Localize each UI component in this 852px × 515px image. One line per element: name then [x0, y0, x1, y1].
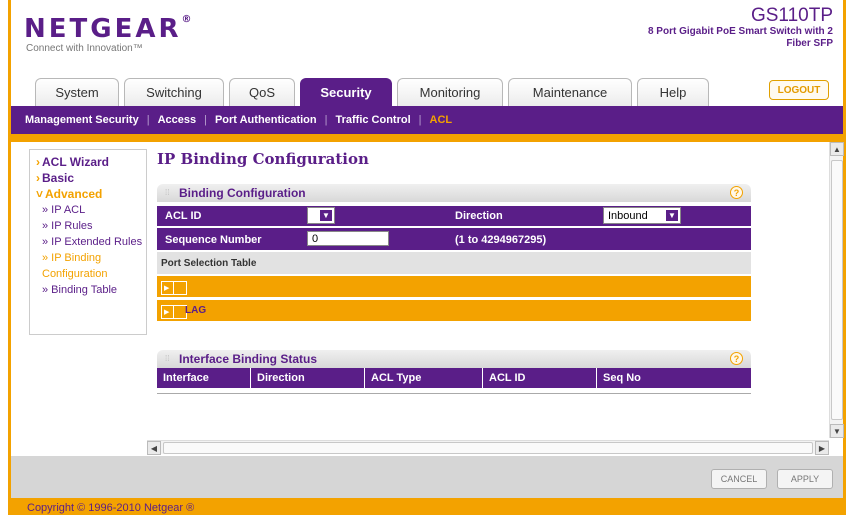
nav-basic[interactable]: › Basic	[36, 170, 146, 186]
column-header: Seq No	[603, 372, 641, 384]
acl-direction-row: ACL ID ▼ Direction Inbound ▼	[157, 206, 751, 226]
column-header: Direction	[251, 368, 365, 388]
dropdown-arrow-icon: ▼	[665, 209, 679, 222]
scroll-right-icon[interactable]: ▶	[815, 441, 829, 455]
port-selection-row[interactable]: ▶	[157, 276, 751, 298]
sequence-number-label: Sequence Number	[165, 234, 262, 246]
vertical-scrollbar[interactable]: ▲ ▼	[829, 142, 844, 438]
scroll-down-icon[interactable]: ▼	[830, 424, 844, 438]
tab-switching[interactable]: Switching	[124, 78, 224, 106]
grip-icon: ⁞⁞	[165, 188, 170, 197]
acl-id-select[interactable]: ▼	[307, 207, 335, 224]
sequence-range-hint: (1 to 4294967295)	[455, 234, 547, 246]
chevron-right-icon: ›	[36, 155, 40, 169]
submenu-separator: |	[418, 114, 422, 126]
nav-ip-acl[interactable]: » IP ACL	[36, 202, 146, 218]
submenu-separator: |	[204, 114, 207, 126]
tab-qos[interactable]: QoS	[229, 78, 295, 106]
model-description: 8 Port Gigabit PoE Smart Switch with 2 F…	[647, 26, 833, 49]
model-info: GS110TP 8 Port Gigabit PoE Smart Switch …	[643, 6, 833, 50]
sequence-number-input[interactable]: 0	[307, 231, 389, 246]
tab-help[interactable]: Help	[637, 78, 709, 106]
help-icon[interactable]: ?	[730, 352, 743, 365]
expand-icon[interactable]: ▶	[161, 281, 187, 295]
chevron-right-icon: ›	[36, 171, 40, 185]
horizontal-scroll-thumb[interactable]	[163, 442, 813, 454]
column-header: ACL Type	[365, 368, 483, 388]
cancel-button[interactable]: CANCEL	[711, 469, 767, 489]
grip-icon: ⁞⁞	[165, 354, 170, 363]
lag-label: LAG	[185, 305, 207, 316]
submenu-management-security[interactable]: Management Security	[25, 114, 139, 126]
direction-select[interactable]: Inbound ▼	[603, 207, 681, 224]
submenu-bar: Management Security | Access | Port Auth…	[11, 106, 843, 134]
page-title: IP Binding Configuration	[157, 150, 369, 168]
nav-acl-wizard[interactable]: › ACL Wizard	[36, 154, 146, 170]
submenu-separator: |	[324, 114, 328, 126]
table-bottom-border	[157, 388, 751, 394]
tab-system[interactable]: System	[35, 78, 119, 106]
section-title: Binding Configuration	[179, 186, 306, 200]
left-nav: › ACL Wizard › Basic ˅ Advanced » IP ACL » …	[29, 149, 147, 335]
column-header: Interface	[157, 368, 251, 388]
logout-button[interactable]: LOGOUT	[769, 80, 829, 100]
logo-tagline: Connect with Innovation™	[26, 43, 143, 54]
dropdown-arrow-icon: ▼	[319, 209, 333, 222]
tab-monitoring[interactable]: Monitoring	[397, 78, 503, 106]
header: NETGEAR® Connect with Innovation™ GS110T…	[11, 0, 843, 76]
binding-status-table-header: Interface Direction ACL Type ACL ID Seq …	[157, 368, 751, 388]
copyright-text: Copyright © 1996-2010 Netgear ®	[27, 502, 195, 514]
submenu-acl[interactable]: ACL	[430, 114, 453, 126]
main-tabs: System Switching QoS Security Monitoring…	[35, 78, 709, 106]
submenu-access[interactable]: Access	[158, 114, 197, 126]
horizontal-scrollbar[interactable]: ◀ ▶	[147, 440, 829, 455]
submenu-separator: |	[146, 114, 150, 126]
apply-button[interactable]: APPLY	[777, 469, 833, 489]
tab-security[interactable]: Security	[300, 78, 392, 106]
nav-advanced[interactable]: ˅ Advanced	[36, 186, 146, 202]
scroll-up-icon[interactable]: ▲	[830, 142, 844, 156]
expand-icon[interactable]: ▶	[161, 305, 187, 319]
port-selection-table-label: Port Selection Table	[157, 252, 751, 274]
app-frame: NETGEAR® Connect with Innovation™ GS110T…	[8, 0, 846, 515]
acl-id-label: ACL ID	[165, 210, 202, 222]
accent-strip	[11, 134, 843, 142]
nav-ip-binding-configuration[interactable]: » IP Binding Configuration	[36, 250, 146, 282]
sequence-row: Sequence Number 0 (1 to 4294967295)	[157, 228, 751, 250]
vertical-scroll-thumb[interactable]	[831, 160, 843, 420]
nav-ip-rules[interactable]: » IP Rules	[36, 218, 146, 234]
direction-label: Direction	[455, 210, 503, 222]
model-name: GS110TP	[750, 5, 833, 26]
section-title: Interface Binding Status	[179, 352, 318, 366]
lag-selection-row[interactable]: ▶ LAG	[157, 300, 751, 322]
column-header: ACL ID	[483, 368, 597, 388]
submenu-traffic-control[interactable]: Traffic Control	[335, 114, 410, 126]
help-icon[interactable]: ?	[730, 186, 743, 199]
netgear-logo: NETGEAR®	[24, 14, 195, 44]
binding-status-header: ⁞⁞ Interface Binding Status ?	[157, 350, 751, 368]
submenu-port-authentication[interactable]: Port Authentication	[215, 114, 317, 126]
chevron-down-icon: ˅	[36, 187, 44, 201]
binding-config-header: ⁞⁞ Binding Configuration ?	[157, 184, 751, 202]
scroll-left-icon[interactable]: ◀	[147, 441, 161, 455]
tab-maintenance[interactable]: Maintenance	[508, 78, 632, 106]
nav-binding-table[interactable]: » Binding Table	[36, 282, 146, 298]
nav-ip-extended-rules[interactable]: » IP Extended Rules	[36, 234, 146, 250]
